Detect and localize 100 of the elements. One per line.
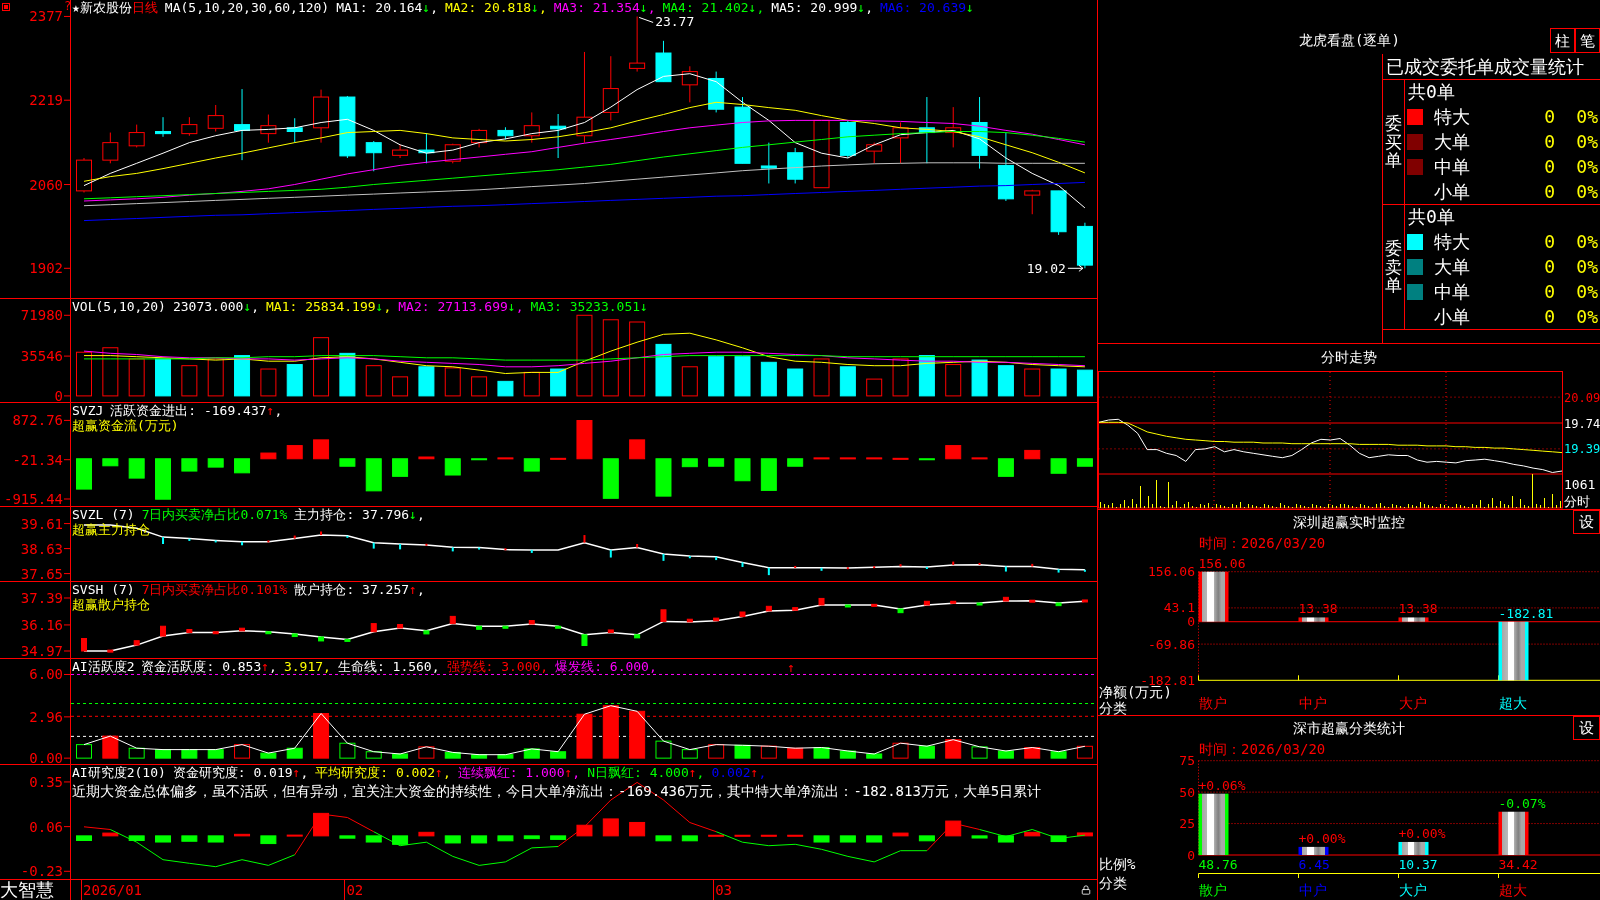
settings-button[interactable]: 设: [1573, 716, 1600, 740]
side-label: 委买单: [1385, 113, 1402, 171]
axis-title: 净额(万元): [1099, 684, 1172, 700]
volume-bar: [708, 356, 725, 397]
activity-bar: [813, 747, 830, 759]
view-toggle-button[interactable]: 笔: [1575, 28, 1600, 53]
legend-item: MA(5,10,20,30,60,120): [164, 0, 330, 15]
candlestick: [471, 128, 488, 148]
fund-flow-bar: [787, 458, 804, 467]
legend-item: MA1: 20.164↓,: [336, 0, 438, 15]
panel-title: 分时走势: [1321, 348, 1377, 366]
fund-flow-bar: [339, 458, 356, 467]
candlestick: [181, 116, 198, 137]
activity-bar: [1050, 751, 1067, 759]
volume-bar: [207, 358, 224, 397]
legend-item: 0.002↑,: [711, 765, 767, 780]
candlestick: [1050, 190, 1067, 236]
legend-item: MA4: 21.402↓,: [662, 0, 765, 15]
change-mark: [765, 605, 772, 612]
candlestick: [787, 147, 804, 184]
value-label: 156.06: [1198, 555, 1246, 571]
settings-button[interactable]: 设: [1573, 510, 1600, 534]
research-bar: [234, 833, 251, 837]
activity-bar: [971, 746, 988, 759]
legend-item: SVSH (7): [72, 582, 135, 597]
axis-label: 0.06: [29, 818, 63, 835]
research-bar: [155, 835, 171, 843]
change-mark: [267, 540, 270, 543]
volume-bar: [866, 378, 883, 397]
fund-flow-bar: [102, 458, 119, 467]
volume-bar: [418, 366, 435, 397]
candlestick: [1076, 222, 1093, 269]
fund-flow-bar: [207, 458, 224, 468]
volume-bar: [997, 365, 1014, 397]
change-mark: [1081, 599, 1088, 603]
candlestick: [207, 104, 224, 132]
fund-flow-bar: [945, 445, 962, 460]
legend-item: 连续飘红: 1.000↑,: [457, 765, 581, 780]
fund-flow-bar: [418, 456, 435, 460]
change-mark: [241, 541, 244, 546]
square-icon[interactable]: [2, 3, 10, 11]
view-toggle-button[interactable]: 柱: [1550, 28, 1575, 53]
research-bar: [997, 835, 1014, 843]
change-mark: [476, 625, 483, 630]
legend-item: MA2: 27113.699↓,: [398, 299, 524, 314]
research-bar: [497, 835, 514, 842]
order-size-label: 特大: [1434, 230, 1470, 253]
research-bar: [365, 835, 382, 843]
legend-item: 23073.000↓,: [172, 299, 260, 314]
change-mark: [688, 556, 691, 559]
axis-label: -915.44: [4, 491, 63, 506]
change-mark: [871, 603, 878, 607]
order-count: 0: [1544, 255, 1555, 278]
legend-item: 散户持仓: 37.257↑,: [294, 582, 425, 597]
volume-bar: [734, 356, 751, 397]
fund-flow-bar: [839, 457, 856, 460]
order-percent: 0%: [1576, 130, 1598, 153]
change-mark: [609, 549, 612, 558]
date-label: 2026/01: [83, 881, 142, 900]
order-percent: 0%: [1576, 105, 1598, 128]
axis-title: 分类: [1099, 875, 1127, 891]
volume-bar: [945, 364, 962, 397]
research-bar: [945, 820, 962, 837]
fund-flow-bar: [971, 457, 988, 460]
change-mark: [1031, 563, 1034, 567]
value-label: 34.42: [1498, 857, 1538, 872]
indicator-title: 超赢资金流(万元): [72, 418, 179, 433]
change-mark: [846, 567, 849, 570]
research-bar: [339, 835, 356, 839]
change-mark: [451, 547, 454, 552]
volume-bar: [918, 355, 935, 397]
change-label: +0.00%: [1398, 825, 1446, 841]
fund-flow-bar: [76, 458, 92, 490]
value-label: -182.81: [1498, 605, 1554, 621]
axis-label: 75: [1179, 753, 1195, 769]
volume-bar: [286, 364, 303, 397]
change-mark: [897, 608, 904, 614]
change-mark: [581, 634, 588, 646]
fund-flow-bar: [471, 458, 488, 461]
axis-label: 38.63: [20, 540, 63, 557]
fund-flow-bar: [892, 457, 909, 460]
axis-title: 分时: [1564, 494, 1590, 509]
panel-title: 深圳超赢实时监控: [1293, 513, 1405, 531]
candlestick: [550, 113, 567, 159]
volume-bar: [760, 361, 777, 397]
bar: [1398, 617, 1429, 622]
volume-bar: [787, 368, 804, 397]
volume-bar: [655, 343, 672, 397]
fund-flow-bar: [760, 458, 777, 491]
candlestick: [497, 126, 514, 140]
axis-label: 2060: [29, 176, 63, 193]
candlestick: [523, 111, 540, 144]
order-count: 0: [1544, 155, 1555, 178]
change-mark: [660, 609, 667, 622]
change-mark: [239, 627, 246, 632]
volume-bar: [813, 358, 830, 397]
value-label: 48.76: [1198, 857, 1238, 872]
change-label: +0.06%: [1198, 777, 1246, 793]
order-percent: 0%: [1576, 305, 1598, 328]
help-button[interactable]: ?: [64, 0, 72, 12]
